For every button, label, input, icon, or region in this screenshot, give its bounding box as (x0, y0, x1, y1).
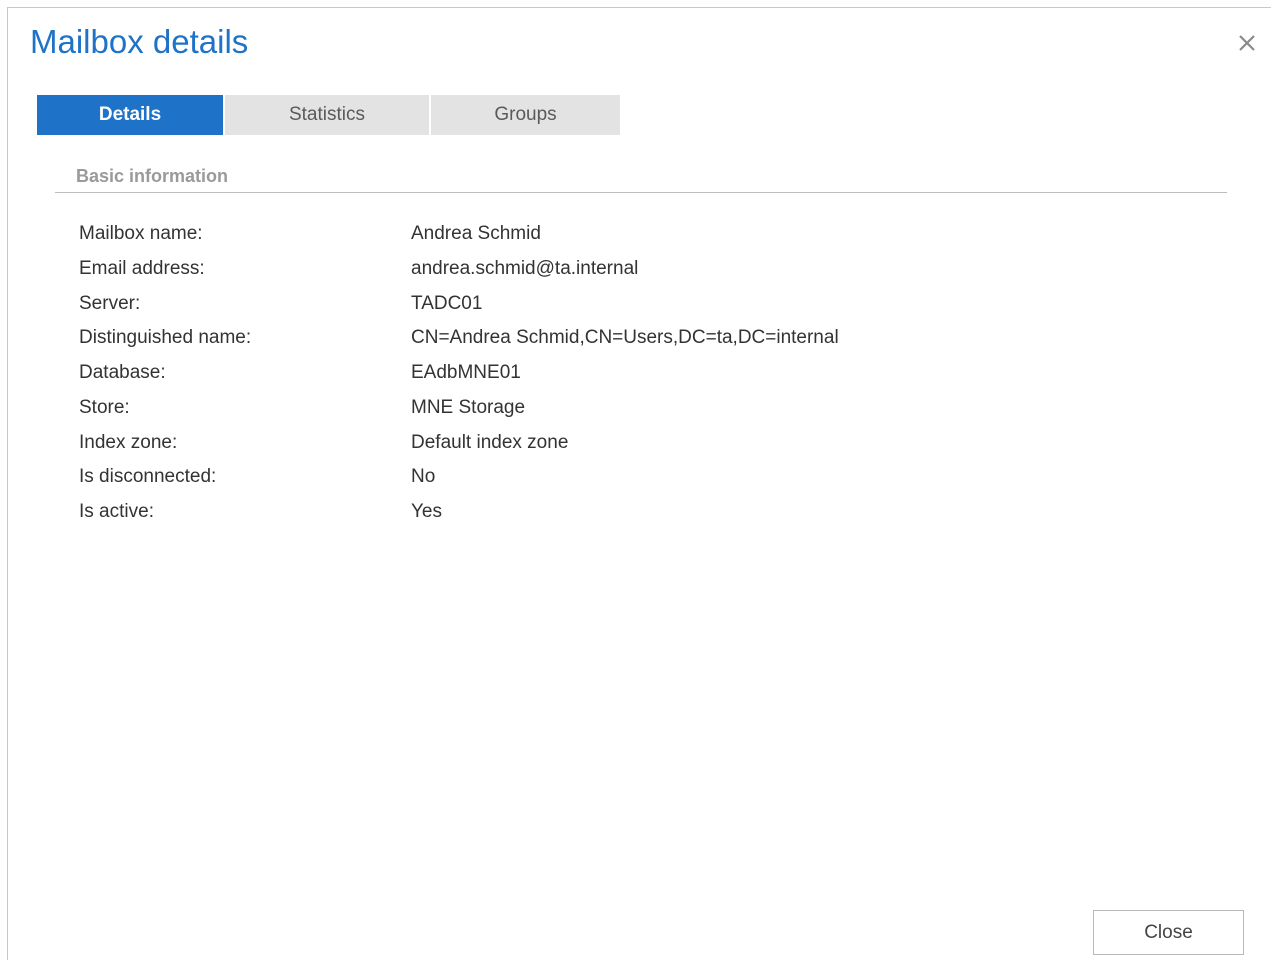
field-label: Is disconnected: (79, 466, 217, 488)
field-label: Distinguished name: (79, 327, 252, 349)
tab-statistics[interactable]: Statistics (225, 95, 429, 135)
tab-details[interactable]: Details (37, 95, 223, 135)
tab-bar: Details Statistics Groups (37, 95, 620, 135)
field-value: EAdbMNE01 (411, 362, 521, 383)
field-value: Yes (411, 501, 442, 522)
tab-groups[interactable]: Groups (431, 95, 620, 135)
section-divider (55, 192, 1227, 193)
field-label: Mailbox name: (79, 223, 203, 244)
close-icon[interactable] (1232, 28, 1262, 58)
field-label: Index zone: (79, 431, 178, 453)
field-label: Server: (79, 292, 141, 314)
field-value: No (411, 466, 436, 488)
field-value: TADC01 (411, 292, 483, 314)
field-value: andrea.schmid@ta.internal (411, 257, 639, 279)
dialog-title: Mailbox details (30, 23, 249, 60)
field-label: Email address: (79, 257, 205, 279)
field-value: CN=Andrea Schmid,CN=Users,DC=ta,DC=inter… (411, 327, 839, 349)
field-label: Store: (79, 396, 130, 418)
close-button[interactable]: Close (1093, 910, 1244, 955)
field-value: Andrea Schmid (411, 223, 541, 244)
field-value: MNE Storage (411, 396, 526, 418)
section-title: Basic information (76, 166, 229, 186)
mailbox-details-dialog: Mailbox details Details Statistics Group… (7, 7, 1271, 960)
field-value: Default index zone (411, 431, 569, 453)
field-label: Database: (79, 362, 166, 383)
field-label: Is active: (79, 501, 154, 522)
